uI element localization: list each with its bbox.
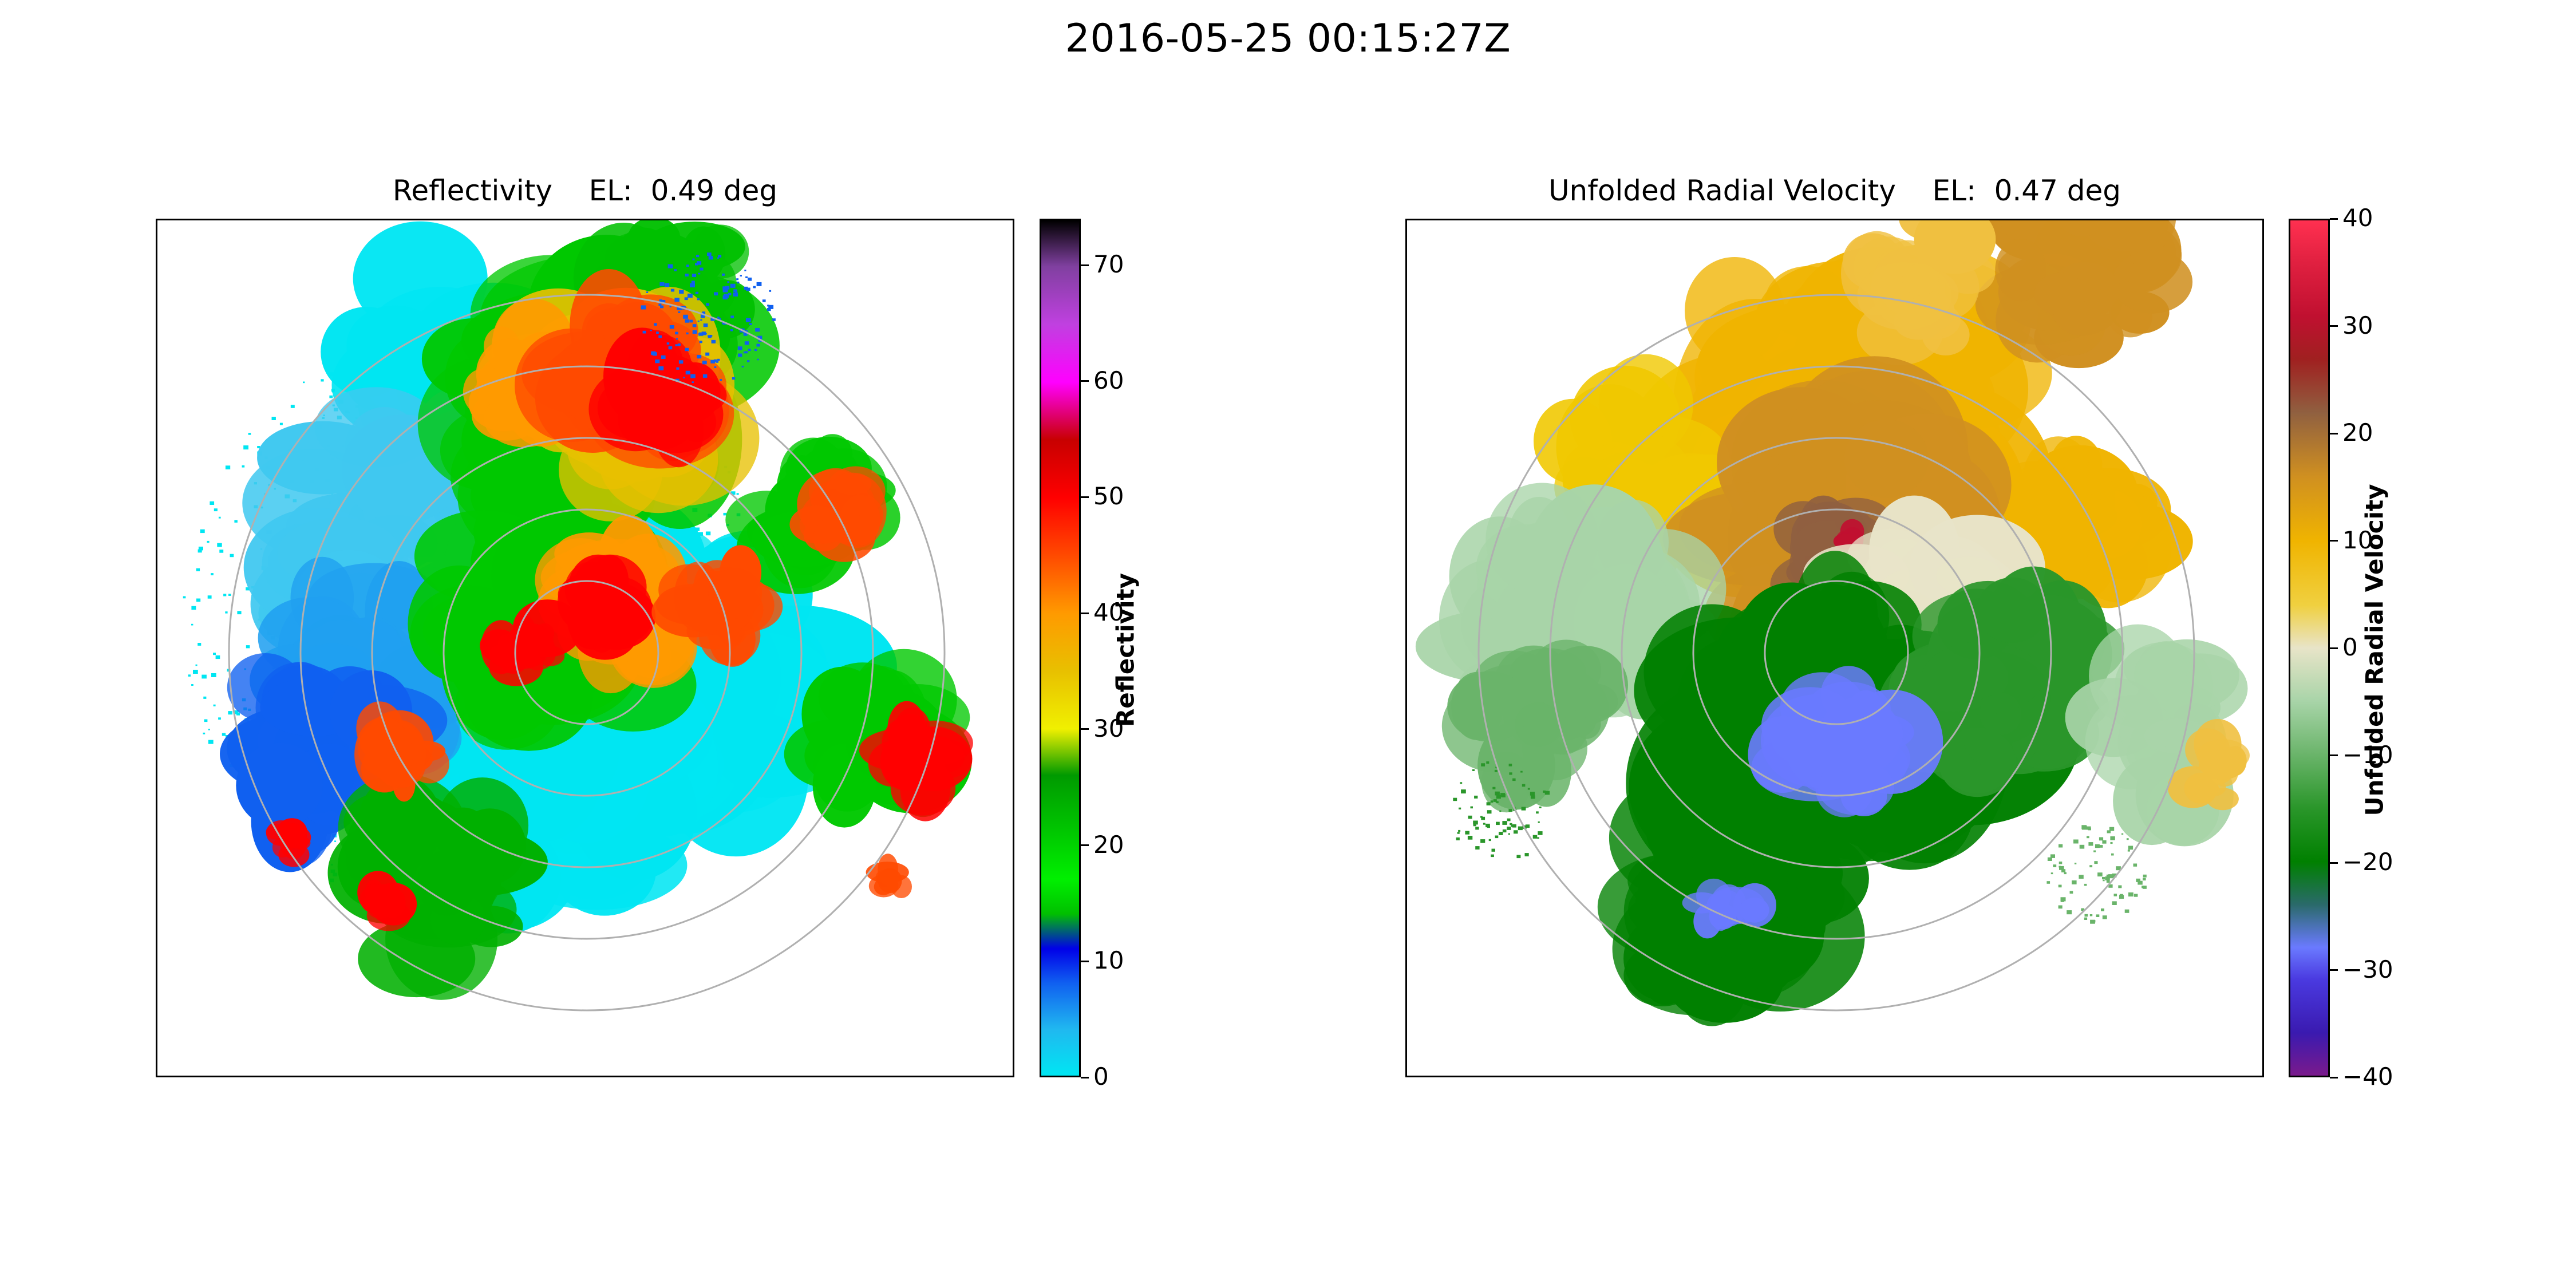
colorbar-tick	[2330, 325, 2338, 327]
colorbar-tick	[1081, 380, 1089, 382]
colorbar-tick	[2330, 969, 2338, 971]
colorbar-tick-label: 30	[2342, 311, 2373, 339]
colorbar-tick-label: 0	[1093, 1062, 1109, 1091]
colorbar-tick	[2330, 862, 2338, 864]
colorbar-tick-label: 10	[1093, 946, 1124, 975]
colorbar-tick	[1081, 844, 1089, 847]
colorbar-tick	[1081, 960, 1089, 962]
colorbar-tick-label: 70	[1093, 250, 1124, 279]
colorbar-tick	[2330, 647, 2338, 649]
colorbar-tick	[1081, 612, 1089, 614]
colorbar-tick	[2330, 1076, 2338, 1078]
velocity-field	[1415, 220, 2250, 1026]
reflectivity-title: Reflectivity EL: 0.49 deg	[392, 174, 778, 207]
velocity-colorbar	[2289, 219, 2330, 1077]
colorbar-tick-label: −40	[2342, 1062, 2393, 1091]
colorbar-tick-label: 0	[2342, 633, 2358, 661]
colorbar-tick-label: −30	[2342, 955, 2393, 983]
colorbar-tick	[1081, 264, 1089, 266]
reflectivity-field	[183, 220, 973, 1012]
colorbar-tick	[2330, 754, 2338, 756]
velocity-ppi-plot	[1405, 219, 2264, 1077]
colorbar-tick-label: 40	[2342, 204, 2373, 232]
figure-suptitle: 2016-05-25 00:15:27Z	[1065, 16, 1511, 61]
colorbar-tick	[1081, 728, 1089, 730]
reflectivity-colorbar	[1040, 219, 1081, 1077]
colorbar-tick	[1081, 1076, 1089, 1078]
reflectivity-colorbar-label: Reflectivity	[1111, 572, 1140, 728]
velocity-title: Unfolded Radial Velocity EL: 0.47 deg	[1548, 174, 2121, 207]
reflectivity-ppi-plot	[156, 219, 1014, 1077]
colorbar-tick	[2330, 432, 2338, 434]
colorbar-tick	[1081, 496, 1089, 498]
colorbar-tick	[2330, 540, 2338, 542]
colorbar-tick	[2330, 218, 2338, 220]
velocity-colorbar-label: Unfolded Radial Velocity	[2360, 484, 2389, 816]
